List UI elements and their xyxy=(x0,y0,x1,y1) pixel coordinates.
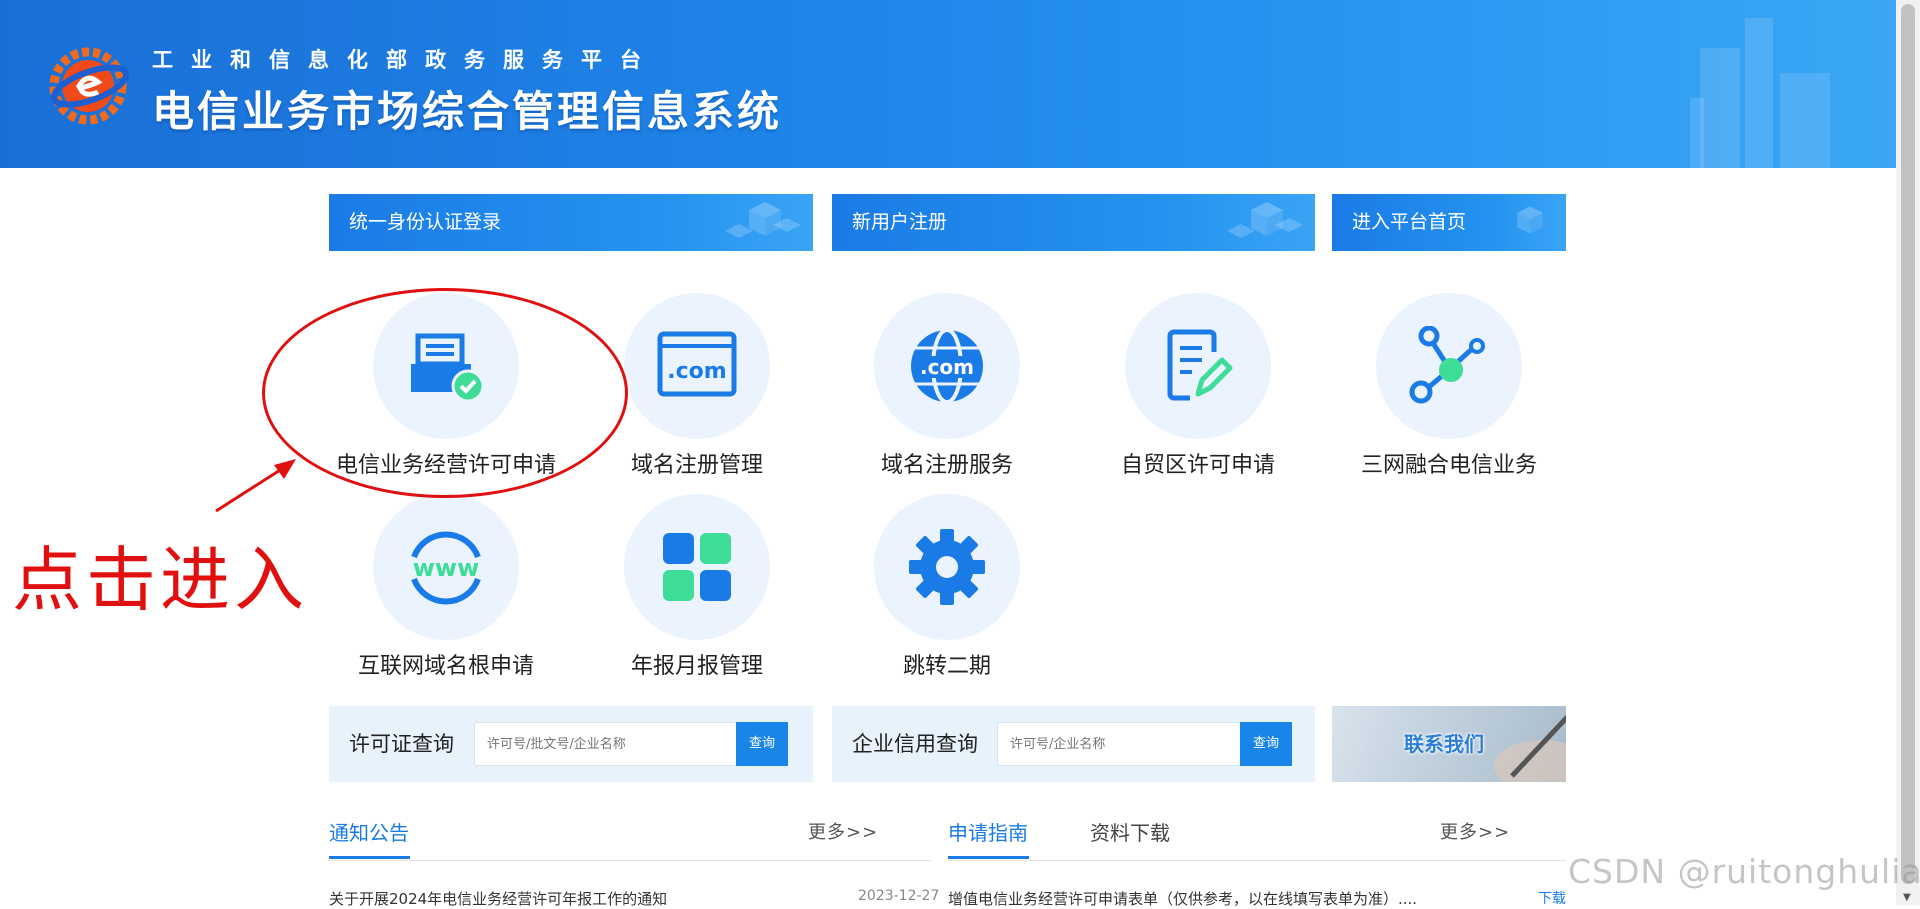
service-triple-play-telecom[interactable]: 三网融合电信业务 xyxy=(1339,293,1559,479)
service-label: 互联网域名根申请 xyxy=(357,654,534,679)
icon-circle xyxy=(624,494,770,640)
service-annual-monthly-report[interactable]: 年报月报管理 xyxy=(587,494,807,680)
unified-login-label: 统一身份认证登录 xyxy=(349,211,502,233)
icon-circle xyxy=(1125,293,1271,439)
gear-icon xyxy=(909,529,985,605)
guide-item-download-link[interactable]: 下载 xyxy=(1538,888,1566,908)
skyline-decoration xyxy=(1745,18,1773,168)
skyline-decoration xyxy=(1700,48,1740,168)
service-phase-two-jump[interactable]: 跳转二期 xyxy=(837,494,1057,680)
pen-hand-decoration-icon xyxy=(1494,714,1566,782)
tab-downloads[interactable]: 资料下载 xyxy=(1090,817,1170,846)
grid-blocks-icon xyxy=(663,533,731,601)
license-query-panel: 许可证查询 查询 xyxy=(329,706,813,782)
cubes-decoration-icon xyxy=(1517,206,1543,234)
contact-us-label: 联系我们 xyxy=(1404,732,1484,756)
service-label: 跳转二期 xyxy=(902,654,991,679)
skyline-decoration xyxy=(1780,73,1830,168)
icon-circle: .com xyxy=(624,293,770,439)
guide-divider xyxy=(948,860,1566,861)
new-user-register-button[interactable]: 新用户注册 xyxy=(832,194,1315,251)
cubes-decoration-icon xyxy=(725,202,801,238)
cubes-decoration-icon xyxy=(1227,202,1303,238)
csdn-watermark: CSDN @ruitonghulian xyxy=(1568,852,1920,891)
guide-more-link[interactable]: 更多>> xyxy=(1440,818,1510,844)
ministry-logo-icon xyxy=(49,47,130,125)
scroll-down-arrow-icon[interactable]: ▼ xyxy=(1903,892,1911,903)
tab-notices[interactable]: 通知公告 xyxy=(329,817,409,846)
dotcom-window-icon: .com xyxy=(657,331,737,397)
platform-home-label: 进入平台首页 xyxy=(1352,211,1467,233)
svg-text:.com: .com xyxy=(920,355,974,379)
svg-text:.com: .com xyxy=(667,359,726,384)
annotation-ellipse xyxy=(262,288,628,498)
tab-application-guide[interactable]: 申请指南 xyxy=(948,817,1028,846)
scrollbar-thumb[interactable] xyxy=(1901,4,1915,884)
credit-query-button[interactable]: 查询 xyxy=(1240,722,1292,766)
notices-more-link[interactable]: 更多>> xyxy=(808,818,878,844)
annotation-arrow-icon xyxy=(215,459,296,513)
platform-home-button[interactable]: 进入平台首页 xyxy=(1332,194,1566,251)
network-nodes-icon xyxy=(1409,326,1485,404)
tab-notices-underline xyxy=(329,856,410,859)
service-label: 三网融合电信业务 xyxy=(1360,453,1537,478)
notices-divider xyxy=(329,860,931,861)
platform-subtitle: 工业和信息化部政务服务平台 xyxy=(152,48,659,72)
guide-item[interactable]: 增值电信业务经营许可申请表单（仅供参考，以在线填写表单为准）.... xyxy=(948,888,1417,909)
license-query-label: 许可证查询 xyxy=(349,732,454,756)
notice-item[interactable]: 关于开展2024年电信业务经营许可年报工作的通知 xyxy=(329,888,667,909)
license-query-input[interactable] xyxy=(474,722,746,766)
www-icon: www xyxy=(411,531,481,605)
unified-login-button[interactable]: 统一身份认证登录 xyxy=(329,194,813,251)
service-label: 域名注册管理 xyxy=(630,453,763,478)
credit-query-panel: 企业信用查询 查询 xyxy=(832,706,1315,782)
credit-query-label: 企业信用查询 xyxy=(852,732,978,756)
header-banner: 工业和信息化部政务服务平台 电信业务市场综合管理信息系统 xyxy=(0,0,1896,168)
dotcom-globe-icon: .com xyxy=(911,328,983,404)
service-label: 域名注册服务 xyxy=(880,453,1013,478)
skyline-decoration xyxy=(1690,98,1704,168)
tab-guide-underline xyxy=(948,856,1029,859)
icon-circle xyxy=(874,494,1020,640)
system-title: 电信业务市场综合管理信息系统 xyxy=(152,87,783,136)
notice-item-date: 2023-12-27 xyxy=(858,888,940,904)
icon-circle: www xyxy=(373,494,519,640)
license-query-button[interactable]: 查询 xyxy=(736,722,788,766)
service-root-domain-application[interactable]: www 互联网域名根申请 xyxy=(336,494,556,680)
annotation-text: 点击进入 xyxy=(12,539,308,621)
icon-circle xyxy=(1376,293,1522,439)
new-user-register-label: 新用户注册 xyxy=(852,211,948,233)
contact-us-banner[interactable]: 联系我们 xyxy=(1332,706,1566,782)
credit-query-input[interactable] xyxy=(997,722,1247,766)
service-domain-registration-service[interactable]: .com 域名注册服务 xyxy=(837,293,1057,479)
vertical-scrollbar[interactable]: ▼ xyxy=(1896,0,1920,905)
edit-document-icon xyxy=(1167,329,1233,401)
service-label: 年报月报管理 xyxy=(630,654,763,679)
service-label: 自贸区许可申请 xyxy=(1120,453,1275,478)
service-ftz-license[interactable]: 自贸区许可申请 xyxy=(1088,293,1308,479)
icon-circle: .com xyxy=(874,293,1020,439)
svg-text:www: www xyxy=(413,554,480,582)
